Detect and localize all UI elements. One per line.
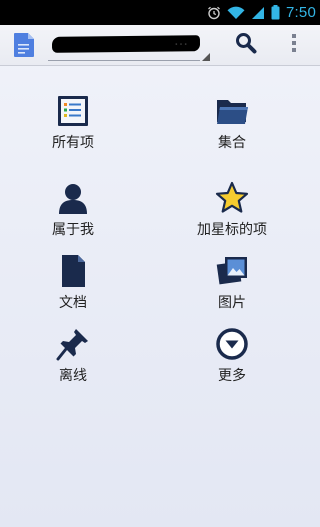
grid-item-label: 加星标的项 [197,222,267,238]
account-text: … [174,33,188,49]
status-time: 7:50 [286,4,316,21]
grid-item-documents[interactable]: 文档 [3,254,143,324]
collections-folder-icon [215,94,249,128]
grid-item-all-items[interactable]: 所有项 [3,94,143,164]
starred-icon [215,181,249,215]
wifi-icon [227,6,245,20]
grid-item-label: 文档 [59,295,87,311]
signal-icon [251,6,265,20]
status-icons: 7:50 [207,0,316,25]
grid-item-label: 集合 [218,135,246,151]
spinner-caret-icon [202,53,210,61]
grid-item-photos[interactable]: 图片 [162,254,302,324]
spinner-underline [48,60,200,61]
account-spinner[interactable]: … [46,27,210,63]
overflow-menu-icon [291,33,297,57]
photos-icon [215,254,249,288]
grid-item-owned-by-me[interactable]: 属于我 [3,181,143,251]
search-button[interactable] [228,27,264,63]
grid-item-offline[interactable]: 离线 [3,327,143,397]
status-bar: 7:50 [0,0,320,25]
search-icon [235,32,257,58]
all-items-icon [56,94,90,128]
grid-item-more[interactable]: 更多 [162,327,302,397]
more-chevron-icon [215,327,249,361]
grid-item-label: 图片 [218,295,246,311]
battery-icon [271,5,280,20]
alarm-icon [207,6,221,20]
owned-by-me-person-icon [56,181,90,215]
grid-item-label: 属于我 [52,222,94,238]
grid-item-label: 更多 [218,368,246,384]
action-bar: … [0,25,320,66]
offline-pin-icon [56,327,90,361]
grid-item-label: 离线 [59,368,87,384]
drive-app-icon[interactable] [12,32,36,58]
document-icon [56,254,90,288]
grid-item-starred[interactable]: 加星标的项 [162,181,302,251]
grid-item-collections[interactable]: 集合 [162,94,302,164]
grid-item-label: 所有项 [52,135,94,151]
overflow-menu-button[interactable] [282,27,306,63]
